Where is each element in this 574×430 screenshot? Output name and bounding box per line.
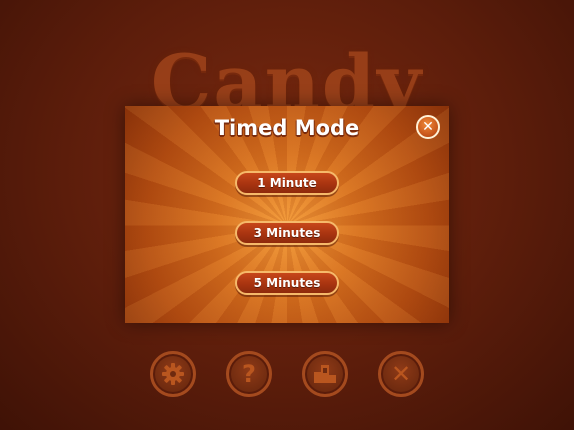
leaderboard-icon [313, 363, 337, 385]
dialog-title: Timed Mode [214, 116, 360, 140]
five-minutes-button[interactable]: 5 Minutes [235, 271, 339, 295]
game-screen: Candy ? ✕ Timed Mode ✕ 1 Minute 3 Minute… [0, 0, 574, 430]
close-icon: ✕ [422, 119, 434, 135]
help-button[interactable]: ? [226, 351, 272, 397]
one-minute-button[interactable]: 1 Minute [235, 171, 339, 195]
dialog-close-button[interactable]: ✕ [416, 115, 440, 139]
main-menu-toolbar: ? ✕ [150, 351, 426, 401]
leaderboard-button[interactable] [302, 351, 348, 397]
exit-button[interactable]: ✕ [378, 351, 424, 397]
timed-mode-dialog: Timed Mode ✕ 1 Minute 3 Minutes 5 Minute… [125, 106, 449, 323]
gear-icon [160, 361, 186, 387]
settings-button[interactable] [150, 351, 196, 397]
three-minutes-button[interactable]: 3 Minutes [235, 221, 339, 245]
question-icon: ? [242, 360, 256, 388]
close-icon: ✕ [390, 360, 412, 388]
